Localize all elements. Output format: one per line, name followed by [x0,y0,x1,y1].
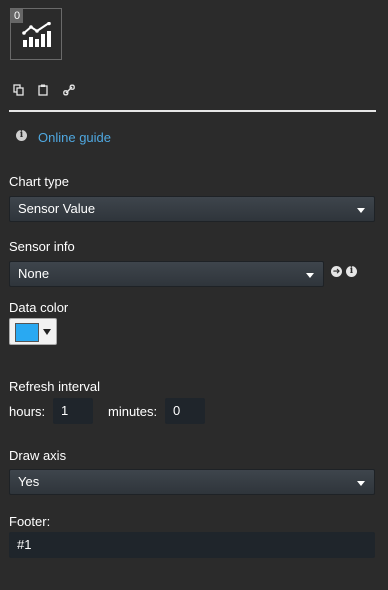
sensor-info-label: Sensor info [9,239,75,254]
chart-type-label: Chart type [9,174,69,189]
chart-type-value: Sensor Value [18,201,96,216]
divider [9,110,376,112]
online-guide-link[interactable]: Online guide [38,130,111,145]
paste-icon[interactable] [37,84,49,96]
chart-icon [22,22,51,47]
chevron-down-icon [306,273,314,278]
color-picker[interactable] [9,318,57,345]
chart-type-select[interactable]: Sensor Value [9,196,375,222]
arrow-right-icon[interactable]: ➜ [331,266,342,277]
data-color-label: Data color [9,300,69,315]
info-icon: i [16,130,27,141]
draw-axis-select[interactable]: Yes [9,469,375,495]
sensor-info-select[interactable]: None [9,261,324,287]
copy-icon[interactable] [13,84,25,96]
color-swatch [15,323,39,342]
sensor-info-value: None [18,266,50,281]
link-icon[interactable] [63,84,75,96]
chevron-down-icon [357,481,365,486]
minutes-input[interactable]: 0 [165,398,205,424]
draw-axis-value: Yes [18,474,40,489]
info-icon[interactable]: i [346,266,357,277]
footer-input[interactable]: #1 [9,532,375,558]
draw-axis-label: Draw axis [9,448,67,463]
minutes-label: minutes: [108,404,158,419]
widget-badge: 0 [11,9,23,23]
widget-tile[interactable]: 0 [10,8,62,60]
hours-label: hours: [9,404,46,419]
chevron-down-icon [357,208,365,213]
chevron-down-icon [43,329,51,335]
footer-label: Footer: [9,514,51,529]
hours-input[interactable]: 1 [53,398,93,424]
refresh-interval-label: Refresh interval [9,379,101,394]
